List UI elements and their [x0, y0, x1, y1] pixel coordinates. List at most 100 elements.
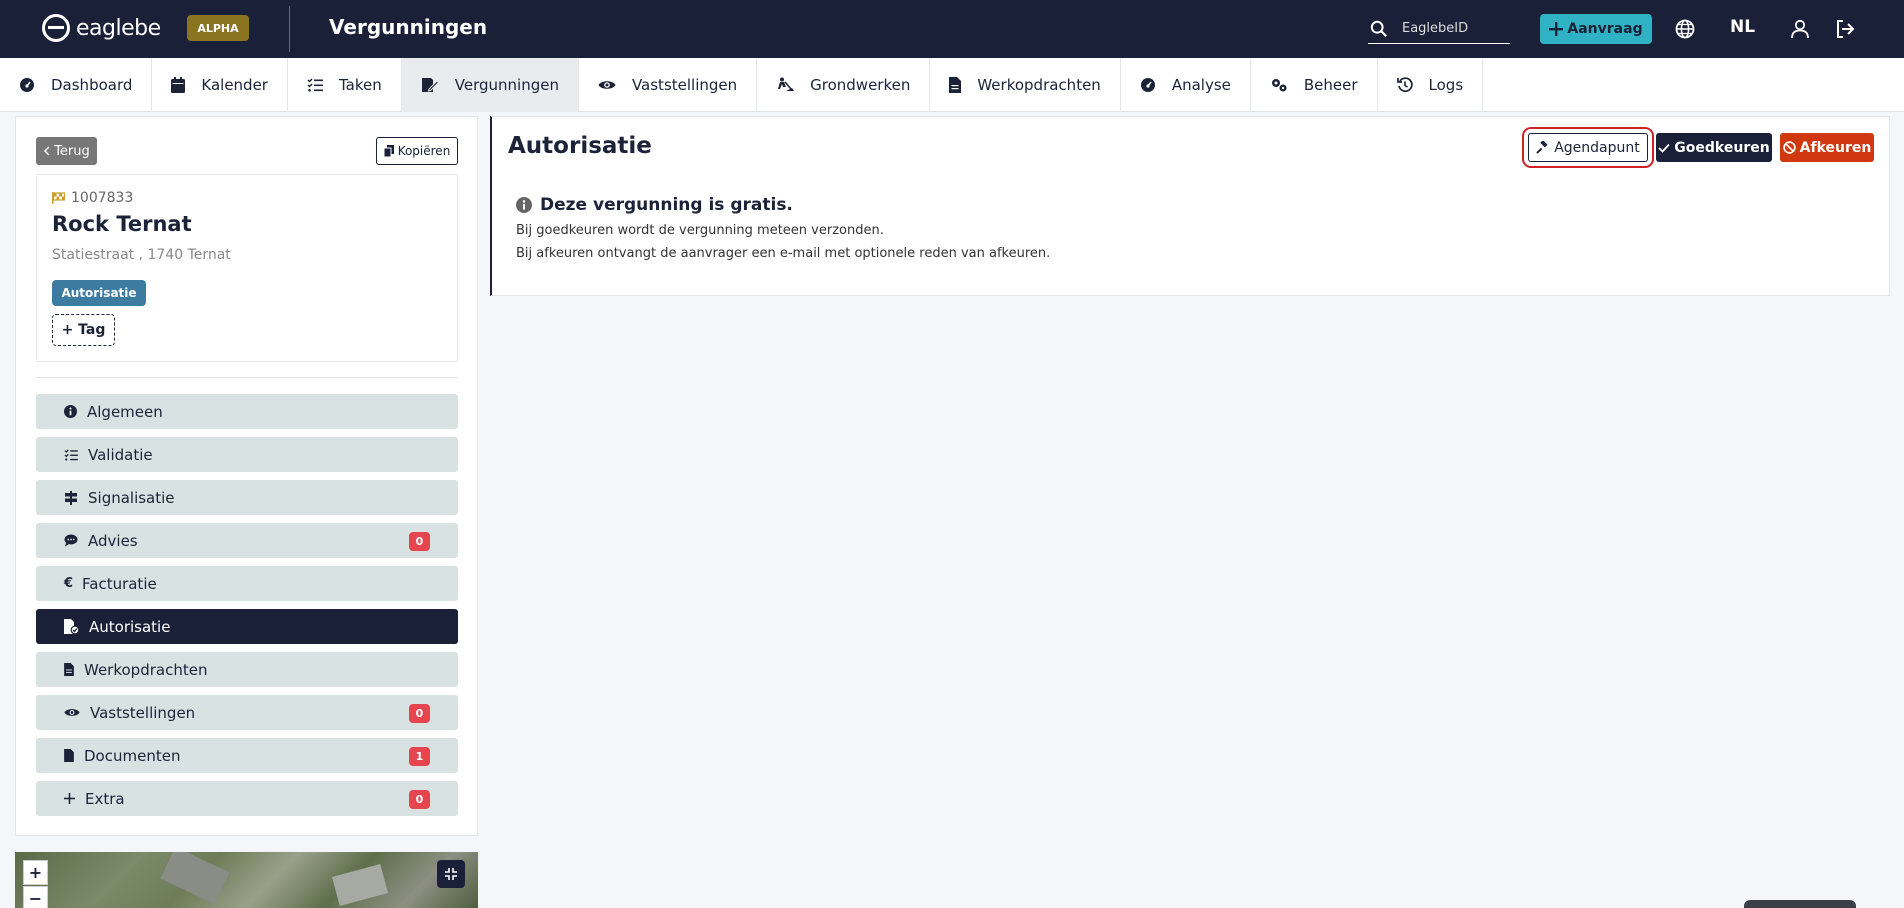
count-badge: 0: [409, 532, 430, 551]
nav-label: Vaststellingen: [631, 76, 738, 94]
eaglebe-logo[interactable]: eaglebe: [42, 14, 161, 42]
autorisatie-panel: Autorisatie Agendapunt Goedkeuren Afkeur…: [490, 116, 1890, 296]
back-button[interactable]: Terug: [36, 137, 97, 165]
map-zoom-in-button[interactable]: +: [23, 860, 48, 885]
nav-item-analyse[interactable]: Analyse: [1121, 58, 1251, 112]
menu-item-werkopdrachten[interactable]: Werkopdrachten: [36, 652, 458, 687]
chevron-left-icon: [44, 146, 50, 156]
nav-item-dashboard[interactable]: Dashboard: [0, 58, 153, 112]
gears-icon: [1271, 79, 1287, 92]
top-header: eaglebe ALPHA Vergunningen Aanvraag NL: [0, 0, 1904, 58]
permit-id-value: 1007833: [71, 190, 134, 206]
info-circle-icon: [516, 197, 532, 213]
menu-item-autorisatie[interactable]: Autorisatie: [36, 609, 458, 644]
aanvraag-label: Aanvraag: [1567, 21, 1643, 37]
globe-icon[interactable]: [1674, 18, 1696, 40]
menu-label: Extra: [85, 789, 125, 808]
file-signature-icon: [64, 619, 79, 634]
header-divider: [289, 6, 290, 52]
menu-item-validatie[interactable]: Validatie: [36, 437, 458, 472]
nav-item-logs[interactable]: Logs: [1378, 58, 1484, 112]
nav-item-vergunningen[interactable]: Vergunningen: [401, 58, 579, 112]
count-badge: 0: [409, 790, 430, 809]
nav-item-grondwerken[interactable]: Grondwerken: [757, 58, 931, 112]
afkeuren-button[interactable]: Afkeuren: [1780, 133, 1874, 162]
menu-item-facturatie[interactable]: € Facturatie: [36, 566, 458, 601]
plus-icon: [1549, 22, 1564, 36]
language-selector[interactable]: NL: [1730, 17, 1755, 37]
main-navigation: Dashboard Kalender Taken Vergunningen Va…: [0, 58, 1904, 112]
permit-name: Rock Ternat: [52, 212, 192, 236]
eye-icon: [598, 81, 616, 89]
info-circle-icon: [64, 405, 77, 418]
alpha-badge: ALPHA: [187, 15, 249, 41]
count-badge: 0: [409, 704, 430, 723]
info-title: Deze vergunning is gratis.: [540, 195, 793, 215]
nav-item-vaststellingen[interactable]: Vaststellingen: [579, 58, 758, 112]
divider: [36, 377, 458, 378]
file-icon: [64, 749, 74, 762]
panel-title: Autorisatie: [508, 133, 652, 159]
nav-item-taken[interactable]: Taken: [288, 58, 402, 112]
permit-card: 1007833 Rock Ternat Statiestraat , 1740 …: [36, 174, 458, 362]
goedkeuren-label: Goedkeuren: [1674, 139, 1770, 156]
page-section-title: Vergunningen: [329, 15, 488, 39]
permit-section-menu: Algemeen Validatie Signalisatie Advies 0…: [36, 394, 458, 824]
menu-item-algemeen[interactable]: Algemeen: [36, 394, 458, 429]
history-icon: [1396, 77, 1413, 93]
location-map[interactable]: + −: [15, 852, 478, 908]
ban-icon: [1782, 141, 1796, 154]
eaglebe-id-search-input[interactable]: [1402, 21, 1502, 36]
menu-label: Algemeen: [87, 402, 163, 421]
menu-item-advies[interactable]: Advies 0: [36, 523, 458, 558]
menu-item-vaststellingen[interactable]: Vaststellingen 0: [36, 695, 458, 730]
menu-label: Validatie: [88, 445, 153, 464]
compress-icon: [445, 868, 457, 880]
afkeuren-label: Afkeuren: [1799, 139, 1872, 156]
digging-icon: [778, 77, 795, 91]
logo-text: eaglebe: [76, 15, 161, 41]
menu-item-documenten[interactable]: Documenten 1: [36, 738, 458, 773]
menu-label: Documenten: [84, 746, 181, 765]
nav-item-beheer[interactable]: Beheer: [1251, 58, 1378, 112]
user-icon[interactable]: [1789, 18, 1811, 40]
nav-item-kalender[interactable]: Kalender: [152, 58, 288, 112]
add-tag-button[interactable]: + Tag: [52, 314, 115, 346]
menu-item-signalisatie[interactable]: Signalisatie: [36, 480, 458, 515]
menu-label: Advies: [88, 531, 138, 550]
logout-icon[interactable]: [1834, 18, 1856, 40]
search-box: [1368, 14, 1510, 44]
nav-label: Logs: [1428, 76, 1464, 94]
gauge-icon: [1140, 78, 1155, 92]
eaglebe-logo-icon: [42, 14, 70, 42]
aanvraag-button[interactable]: Aanvraag: [1540, 14, 1652, 44]
permit-edit-icon: [421, 78, 439, 92]
nav-item-werkopdrachten[interactable]: Werkopdrachten: [930, 58, 1121, 112]
agendapunt-button[interactable]: Agendapunt: [1522, 127, 1654, 168]
search-icon: [1370, 20, 1387, 37]
floating-tab[interactable]: [1744, 900, 1856, 908]
gauge-icon: [20, 78, 34, 92]
nav-label: Analyse: [1171, 76, 1231, 94]
permit-address: Statiestraat , 1740 Ternat: [52, 247, 231, 263]
copy-button[interactable]: Kopiëren: [376, 137, 458, 165]
menu-item-extra[interactable]: Extra 0: [36, 781, 458, 816]
eye-icon: [64, 709, 80, 716]
permit-sidebar: Terug Kopiëren 1007833 Rock Ternat Stati…: [15, 116, 478, 836]
menu-label: Facturatie: [82, 574, 157, 593]
copy-icon: [383, 145, 394, 157]
info-heading: Deze vergunning is gratis.: [516, 195, 793, 215]
menu-label: Autorisatie: [89, 617, 171, 636]
task-list-icon: [307, 78, 323, 92]
menu-label: Signalisatie: [88, 488, 175, 507]
file-icon: [64, 663, 74, 676]
info-line-reject: Bij afkeuren ontvangt de aanvrager een e…: [516, 246, 1051, 261]
map-fullscreen-button[interactable]: [437, 860, 465, 888]
nav-label: Taken: [338, 76, 382, 94]
goedkeuren-button[interactable]: Goedkeuren: [1656, 133, 1772, 162]
task-list-icon: [64, 448, 78, 461]
permit-id: 1007833: [52, 190, 133, 206]
map-zoom-out-button[interactable]: −: [23, 886, 48, 908]
nav-label: Werkopdrachten: [977, 76, 1101, 94]
status-tag[interactable]: Autorisatie: [52, 280, 146, 306]
